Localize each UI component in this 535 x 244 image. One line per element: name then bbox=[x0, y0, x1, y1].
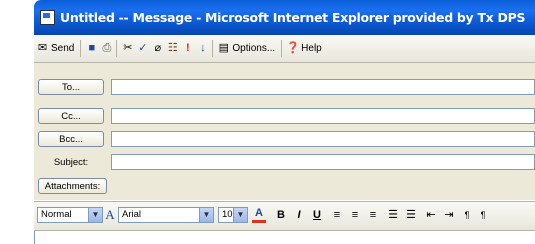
font-value: Arial bbox=[122, 209, 142, 220]
spelling-icon[interactable]: ✓ bbox=[136, 42, 149, 55]
underline-button[interactable]: U bbox=[310, 207, 324, 223]
attachments-button[interactable]: Attachments: bbox=[38, 178, 107, 194]
options-label: Options... bbox=[232, 43, 276, 54]
font-size-select[interactable]: 10 ▼ bbox=[218, 207, 248, 223]
cc-field[interactable] bbox=[111, 108, 535, 124]
cc-button[interactable]: Cc... bbox=[38, 108, 104, 124]
formatting-toolbar: Normal ▼ A Arial ▼ 10 ▼ A B I U ≡ ≡ ≡ ☰ … bbox=[34, 201, 535, 231]
style-value: Normal bbox=[41, 209, 72, 220]
message-header-panel: To... Cc... Bcc... Subject: Attachments: bbox=[34, 63, 535, 200]
send-label: Send bbox=[51, 43, 75, 54]
high-importance-icon[interactable]: ! bbox=[181, 42, 194, 55]
bcc-row: Bcc... bbox=[34, 131, 535, 149]
send-icon: ✉ bbox=[37, 42, 48, 54]
numbered-list-icon[interactable]: ☰ bbox=[386, 207, 400, 223]
toolbar-separator bbox=[116, 40, 118, 57]
rtl-icon[interactable]: ¶ bbox=[476, 207, 490, 223]
increase-indent-icon[interactable]: ⇥ bbox=[442, 207, 456, 223]
ltr-icon[interactable]: ¶ bbox=[460, 207, 474, 223]
print-icon[interactable]: ⎙ bbox=[100, 42, 113, 55]
style-select[interactable]: Normal ▼ bbox=[37, 207, 103, 223]
toolbar-separator bbox=[212, 40, 214, 57]
bcc-field[interactable] bbox=[111, 131, 535, 147]
to-button[interactable]: To... bbox=[38, 79, 104, 95]
chevron-down-icon[interactable]: ▼ bbox=[233, 208, 247, 222]
chevron-down-icon[interactable]: ▼ bbox=[199, 208, 213, 222]
message-toolbar: ✉ Send ■ ⎙ ✂ ✓ ⌀ ☷ ! ↓ ▤ Options... ❓ He… bbox=[34, 35, 535, 63]
cc-row: Cc... bbox=[34, 108, 535, 126]
subject-field[interactable] bbox=[111, 154, 535, 170]
save-icon[interactable]: ■ bbox=[85, 42, 98, 55]
to-field[interactable] bbox=[111, 79, 535, 95]
low-importance-icon[interactable]: ↓ bbox=[196, 42, 209, 55]
italic-button[interactable]: I bbox=[292, 207, 306, 223]
toolbar-separator bbox=[281, 40, 283, 57]
toolbar-separator bbox=[80, 40, 82, 57]
options-icon: ▤ bbox=[218, 42, 230, 54]
help-button[interactable]: ❓ Help bbox=[286, 40, 322, 58]
send-button[interactable]: ✉ Send bbox=[36, 40, 74, 58]
help-icon: ❓ bbox=[286, 42, 300, 54]
message-body[interactable] bbox=[34, 231, 535, 244]
align-center-icon[interactable]: ≡ bbox=[348, 207, 362, 223]
font-select[interactable]: Arial ▼ bbox=[118, 207, 214, 223]
align-right-icon[interactable]: ≡ bbox=[366, 207, 380, 223]
decrease-indent-icon[interactable]: ⇤ bbox=[424, 207, 438, 223]
to-row: To... bbox=[34, 79, 535, 97]
subject-label: Subject: bbox=[53, 156, 89, 168]
address-book-icon[interactable]: ☷ bbox=[166, 42, 179, 55]
window-title-bar[interactable]: Untitled -- Message - Microsoft Internet… bbox=[34, 0, 535, 35]
window-title: Untitled -- Message - Microsoft Internet… bbox=[60, 10, 526, 25]
chevron-down-icon[interactable]: ▼ bbox=[88, 208, 102, 222]
font-size-value: 10 bbox=[222, 209, 233, 220]
subject-row: Subject: bbox=[34, 154, 535, 172]
bulleted-list-icon[interactable]: ☰ bbox=[404, 207, 418, 223]
bold-button[interactable]: B bbox=[274, 207, 288, 223]
bcc-button[interactable]: Bcc... bbox=[38, 131, 104, 147]
attach-icon[interactable]: ⌀ bbox=[151, 42, 164, 55]
font-icon: A bbox=[105, 207, 115, 222]
options-button[interactable]: ▤ Options... bbox=[217, 40, 276, 58]
help-label: Help bbox=[301, 43, 322, 54]
cut-icon[interactable]: ✂ bbox=[121, 42, 134, 55]
font-color-button[interactable]: A bbox=[252, 207, 266, 223]
align-left-icon[interactable]: ≡ bbox=[330, 207, 344, 223]
outlook-message-icon bbox=[40, 10, 55, 25]
